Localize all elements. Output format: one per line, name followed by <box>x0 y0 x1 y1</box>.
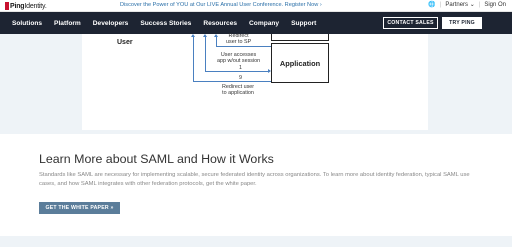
user-accesses-app-text: User accesses app w/out session <box>217 52 261 64</box>
service-provider-box <box>271 34 329 41</box>
step-number-1: 1 <box>239 65 242 71</box>
logo-suffix: Identity. <box>24 2 47 10</box>
divider: | <box>439 1 442 8</box>
nav-item-company[interactable]: Company <box>243 20 285 27</box>
redirect-user-to-sp-text: Redirect user to SP <box>226 33 252 45</box>
arrow-up-icon <box>214 34 218 37</box>
flow-line <box>205 37 206 71</box>
flow-line <box>193 37 194 81</box>
arrow-up-icon <box>203 34 207 37</box>
chevron-right-icon: › <box>319 2 322 8</box>
learn-more-title: Learn More about SAML and How it Works <box>39 152 274 166</box>
globe-icon[interactable]: 🌐 <box>428 1 435 8</box>
learn-more-body: Standards like SAML are necessary for im… <box>39 172 470 187</box>
main-nav: Solutions Platform Developers Success St… <box>0 12 512 34</box>
partners-label: Partners <box>445 2 469 8</box>
nav-item-solutions[interactable]: Solutions <box>6 20 48 27</box>
announcement-bar: PingIdentity. Discover the Power of YOU … <box>0 0 512 12</box>
contact-sales-button[interactable]: CONTACT SALES <box>383 17 438 29</box>
arrow-up-icon <box>191 34 195 37</box>
flow-line <box>193 81 271 82</box>
chevron-down-icon: ⌄ <box>469 2 475 8</box>
logo-mark-icon <box>5 2 9 10</box>
divider: | <box>478 1 481 8</box>
user-accesses-app-label: User accesses app w/out session <box>217 52 260 64</box>
redirect-user-to-app-label: Redirect user to application <box>222 84 254 96</box>
application-box: Application <box>271 43 329 83</box>
redirect-user-to-app-text: Redirect user to application <box>222 84 255 96</box>
partners-link[interactable]: Partners ⌄ <box>445 1 474 8</box>
logo-brand: Ping <box>10 2 25 10</box>
step-number-9: 9 <box>239 75 242 81</box>
sign-on-link[interactable]: Sign On <box>484 2 506 8</box>
application-label: Application <box>279 58 321 68</box>
announcement-text: Discover the Power of YOU at Our LIVE An… <box>120 2 319 8</box>
nav-item-developers[interactable]: Developers <box>87 20 135 27</box>
nav-items: Solutions Platform Developers Success St… <box>6 12 322 34</box>
get-white-paper-button[interactable]: GET THE WHITE PAPER » <box>39 202 120 214</box>
announcement-link[interactable]: Discover the Power of YOU at Our LIVE An… <box>120 2 322 8</box>
logo-text: PingIdentity. <box>10 3 47 10</box>
nav-item-platform[interactable]: Platform <box>48 20 87 27</box>
saml-diagram <box>82 34 428 130</box>
flow-line <box>205 71 268 72</box>
utility-nav: 🌐 | Partners ⌄ | Sign On <box>428 1 506 9</box>
nav-item-resources[interactable]: Resources <box>197 20 243 27</box>
redirect-user-to-sp-label: Redirect user to SP <box>226 33 251 45</box>
ping-identity-logo[interactable]: PingIdentity. <box>5 1 47 11</box>
footer-band <box>0 236 512 247</box>
flow-line <box>216 46 271 47</box>
nav-item-support[interactable]: Support <box>285 20 322 27</box>
nav-item-success-stories[interactable]: Success Stories <box>134 20 197 27</box>
diagram-user-label: User <box>117 39 133 46</box>
try-ping-button[interactable]: TRY PING <box>442 17 482 29</box>
